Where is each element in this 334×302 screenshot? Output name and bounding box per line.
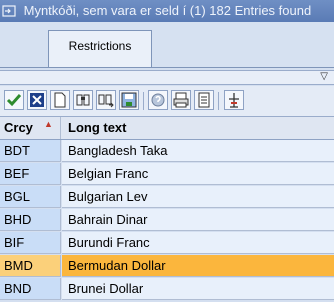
cell-currency-code: BEF <box>0 163 61 185</box>
cell-long-text: Bulgarian Lev <box>62 186 334 208</box>
find-icon <box>76 94 90 106</box>
table-row[interactable]: BEF Belgian Franc <box>0 163 334 185</box>
table-row-selected[interactable]: BMD Bermudan Dollar <box>0 255 334 277</box>
cell-long-text: Belgian Franc <box>62 163 334 185</box>
list-button[interactable] <box>194 90 214 110</box>
find-next-icon <box>98 94 114 108</box>
cell-currency-code: BGL <box>0 186 61 208</box>
find-next-button[interactable] <box>96 90 116 110</box>
cell-currency-code: BMD <box>0 255 61 277</box>
toolbar <box>0 86 334 117</box>
cell-currency-code: BIF <box>0 232 61 254</box>
sort-ascending-icon: ▲ <box>44 119 53 129</box>
expand-down-icon[interactable]: ▽ <box>320 71 328 83</box>
cell-long-text: Brunei Dollar <box>62 278 334 300</box>
table-row[interactable]: BIF Burundi Franc <box>0 232 334 254</box>
collapsible-area-bar[interactable]: ▽ <box>0 70 334 85</box>
cell-currency-code: BDT <box>0 140 61 162</box>
print-button[interactable] <box>171 90 191 110</box>
cell-long-text: Bahrain Dinar <box>62 209 334 231</box>
table-row[interactable]: BDT Bangladesh Taka <box>0 140 334 162</box>
table-row[interactable]: BGL Bulgarian Lev <box>0 186 334 208</box>
check-icon <box>6 94 22 107</box>
cell-currency-code: BND <box>0 278 61 300</box>
column-header-long-text[interactable]: Long text <box>62 117 127 139</box>
save-icon <box>121 92 137 108</box>
cancel-icon <box>30 93 44 107</box>
toolbar-separator <box>143 92 144 110</box>
window-title: Myntkóði, sem vara er seld í (1) 182 Ent… <box>23 3 312 18</box>
table-row[interactable]: BHD Bahrain Dinar <box>0 209 334 231</box>
cell-long-text: Burundi Franc <box>62 232 334 254</box>
window-title-bar: Myntkóði, sem vara er seld í (1) 182 Ent… <box>0 0 334 23</box>
toolbar-separator <box>218 92 219 110</box>
cell-long-text: Bermudan Dollar <box>62 255 334 277</box>
check-button[interactable] <box>4 90 24 110</box>
cell-long-text: Bangladesh Taka <box>62 140 334 162</box>
find-button[interactable] <box>73 90 93 110</box>
table-row[interactable]: BND Brunei Dollar <box>0 278 334 300</box>
tab-restrictions[interactable]: Restrictions <box>48 30 152 67</box>
save-button[interactable] <box>119 90 139 110</box>
cell-currency-code: BHD <box>0 209 61 231</box>
list-icon <box>198 92 210 108</box>
tab-divider <box>0 67 334 68</box>
cancel-button[interactable] <box>27 90 47 110</box>
sort-icon <box>229 93 239 108</box>
help-button[interactable] <box>148 90 168 110</box>
help-icon <box>151 93 165 107</box>
print-icon <box>173 92 189 108</box>
table-header: Crcy ▲ Long text <box>0 117 334 140</box>
new-button[interactable] <box>50 90 70 110</box>
window-icon <box>2 5 16 17</box>
new-document-icon <box>54 92 66 108</box>
tab-strip: Restrictions <box>0 22 334 68</box>
sort-button[interactable] <box>224 90 244 110</box>
